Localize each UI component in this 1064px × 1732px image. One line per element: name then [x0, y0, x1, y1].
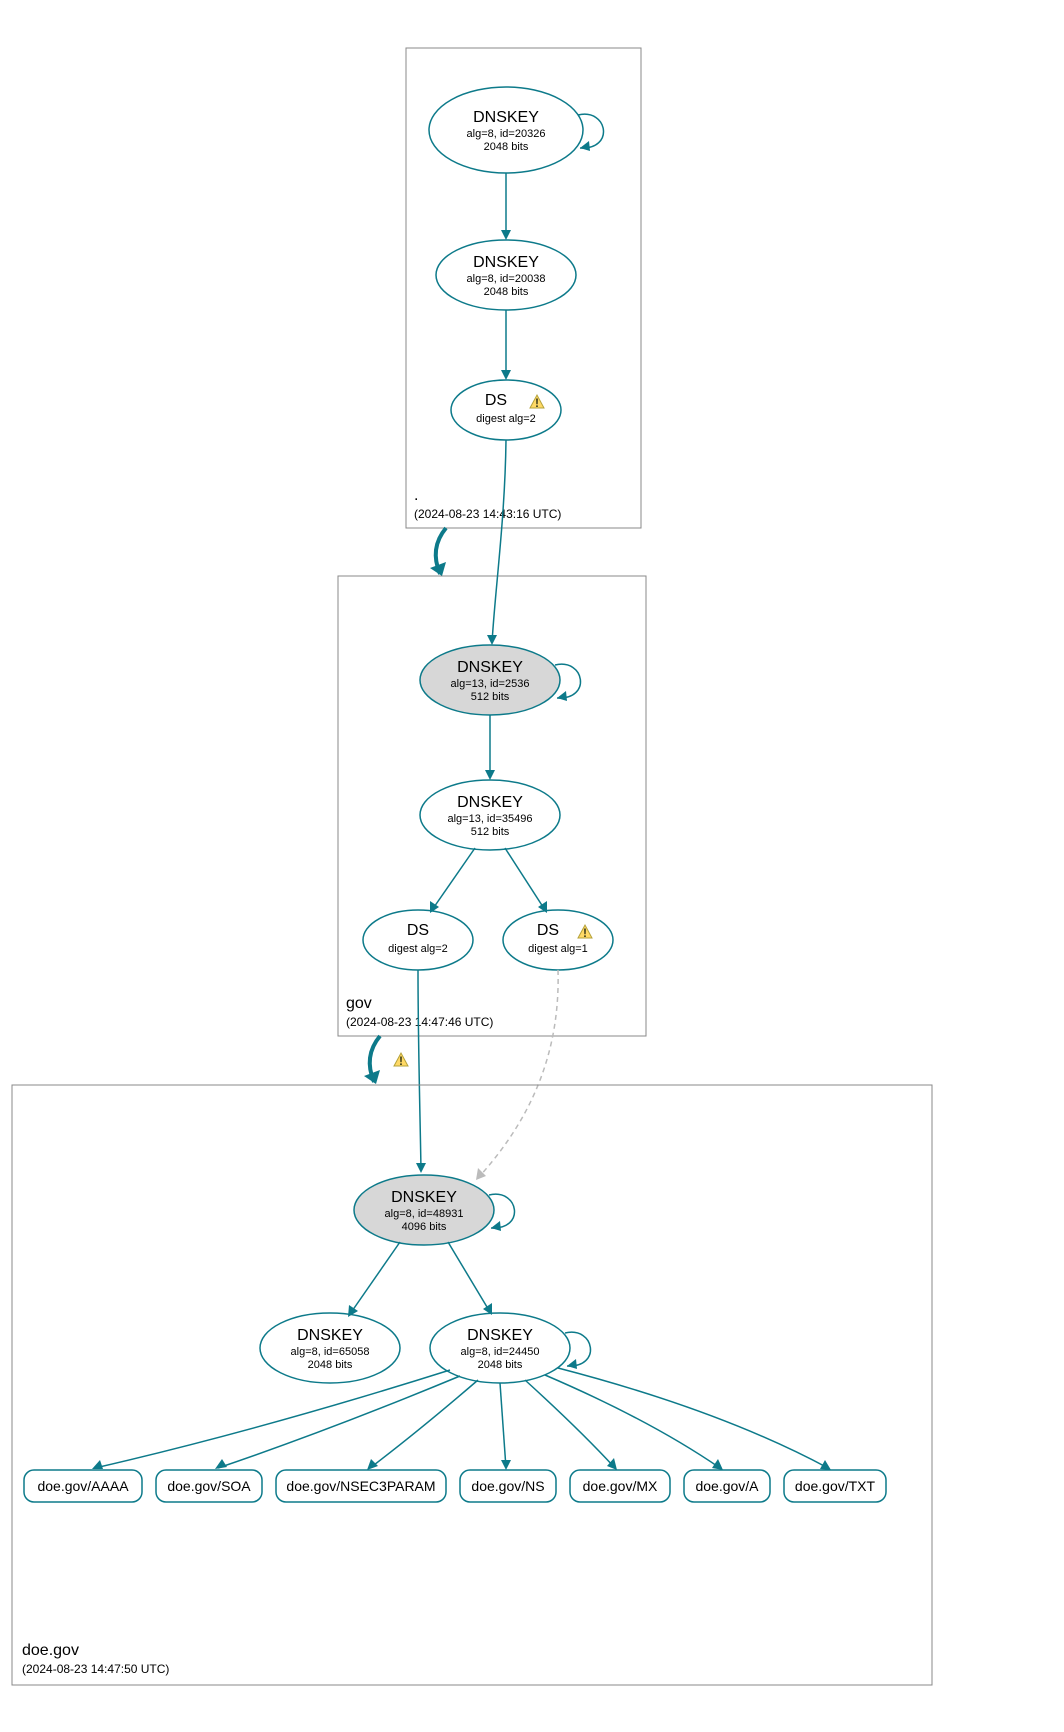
zone-root: . (2024-08-23 14:43:16 UTC) DNSKEY alg=8…: [406, 48, 641, 528]
rrset-ns[interactable]: doe.gov/NS: [460, 1470, 556, 1502]
node-gov-ksk[interactable]: DNSKEY alg=13, id=2536 512 bits: [420, 645, 560, 715]
rrset-txt[interactable]: doe.gov/TXT: [784, 1470, 886, 1502]
svg-text:alg=13, id=35496: alg=13, id=35496: [447, 813, 532, 825]
svg-text:2048 bits: 2048 bits: [484, 286, 529, 298]
svg-text:DNSKEY: DNSKEY: [457, 794, 523, 811]
svg-text:digest alg=2: digest alg=2: [476, 413, 536, 425]
svg-text:2048 bits: 2048 bits: [484, 141, 529, 153]
node-doe-zsk2[interactable]: DNSKEY alg=8, id=24450 2048 bits: [430, 1313, 570, 1383]
svg-text:alg=13, id=2536: alg=13, id=2536: [451, 678, 530, 690]
zone-root-timestamp: (2024-08-23 14:43:16 UTC): [414, 507, 561, 521]
svg-text:doe.gov/SOA: doe.gov/SOA: [167, 1478, 251, 1494]
svg-text:alg=8, id=20326: alg=8, id=20326: [467, 128, 546, 140]
svg-text:alg=8, id=48931: alg=8, id=48931: [385, 1208, 464, 1220]
svg-text:DNSKEY: DNSKEY: [297, 1327, 363, 1344]
svg-text:512 bits: 512 bits: [471, 691, 510, 703]
dnssec-diagram: . (2024-08-23 14:43:16 UTC) DNSKEY alg=8…: [0, 0, 1064, 1732]
node-root-ds[interactable]: DS digest alg=2 !: [451, 380, 561, 440]
svg-text:alg=8, id=65058: alg=8, id=65058: [291, 1346, 370, 1358]
node-label: DNSKEY: [473, 109, 539, 126]
zone-gov-name: gov: [346, 995, 372, 1012]
svg-text:!: !: [583, 926, 587, 940]
svg-text:doe.gov/AAAA: doe.gov/AAAA: [37, 1478, 129, 1494]
svg-text:digest alg=1: digest alg=1: [528, 943, 588, 955]
node-root-zsk[interactable]: DNSKEY alg=8, id=20038 2048 bits: [436, 240, 576, 310]
rrset-a[interactable]: doe.gov/A: [684, 1470, 770, 1502]
zone-root-name: .: [414, 487, 418, 504]
node-doe-ksk[interactable]: DNSKEY alg=8, id=48931 4096 bits: [354, 1175, 494, 1245]
zone-doe: doe.gov (2024-08-23 14:47:50 UTC) DNSKEY…: [12, 1085, 932, 1685]
svg-text:!: !: [535, 396, 539, 410]
svg-text:DNSKEY: DNSKEY: [473, 254, 539, 271]
svg-text:doe.gov/NSEC3PARAM: doe.gov/NSEC3PARAM: [286, 1478, 435, 1494]
svg-text:DS: DS: [485, 392, 507, 409]
svg-text:doe.gov/NS: doe.gov/NS: [471, 1478, 544, 1494]
node-doe-zsk1[interactable]: DNSKEY alg=8, id=65058 2048 bits: [260, 1313, 400, 1383]
svg-text:4096 bits: 4096 bits: [402, 1221, 447, 1233]
node-gov-ds2[interactable]: DS digest alg=1 !: [503, 910, 613, 970]
svg-text:alg=8, id=24450: alg=8, id=24450: [461, 1346, 540, 1358]
svg-text:2048 bits: 2048 bits: [478, 1359, 523, 1371]
warning-icon: !: [394, 1053, 408, 1068]
svg-text:doe.gov/TXT: doe.gov/TXT: [795, 1478, 876, 1494]
rrset-nsec3param[interactable]: doe.gov/NSEC3PARAM: [276, 1470, 446, 1502]
svg-text:DNSKEY: DNSKEY: [391, 1189, 457, 1206]
svg-text:alg=8, id=20038: alg=8, id=20038: [467, 273, 546, 285]
rrset-soa[interactable]: doe.gov/SOA: [156, 1470, 262, 1502]
zone-doe-name: doe.gov: [22, 1642, 79, 1659]
node-root-ksk[interactable]: DNSKEY alg=8, id=20326 2048 bits: [429, 87, 583, 173]
svg-text:doe.gov/MX: doe.gov/MX: [583, 1478, 658, 1494]
svg-text:DNSKEY: DNSKEY: [457, 659, 523, 676]
svg-text:DS: DS: [407, 922, 429, 939]
zone-gov-timestamp: (2024-08-23 14:47:46 UTC): [346, 1015, 493, 1029]
svg-text:DNSKEY: DNSKEY: [467, 1327, 533, 1344]
zone-doe-timestamp: (2024-08-23 14:47:50 UTC): [22, 1662, 169, 1676]
rrset-mx[interactable]: doe.gov/MX: [570, 1470, 670, 1502]
svg-text:DS: DS: [537, 922, 559, 939]
node-gov-ds1[interactable]: DS digest alg=2: [363, 910, 473, 970]
rrset-aaaa[interactable]: doe.gov/AAAA: [24, 1470, 142, 1502]
svg-text:512 bits: 512 bits: [471, 826, 510, 838]
node-gov-zsk[interactable]: DNSKEY alg=13, id=35496 512 bits: [420, 780, 560, 850]
svg-text:2048 bits: 2048 bits: [308, 1359, 353, 1371]
svg-text:digest alg=2: digest alg=2: [388, 943, 448, 955]
svg-text:!: !: [399, 1054, 403, 1068]
svg-text:doe.gov/A: doe.gov/A: [695, 1478, 759, 1494]
